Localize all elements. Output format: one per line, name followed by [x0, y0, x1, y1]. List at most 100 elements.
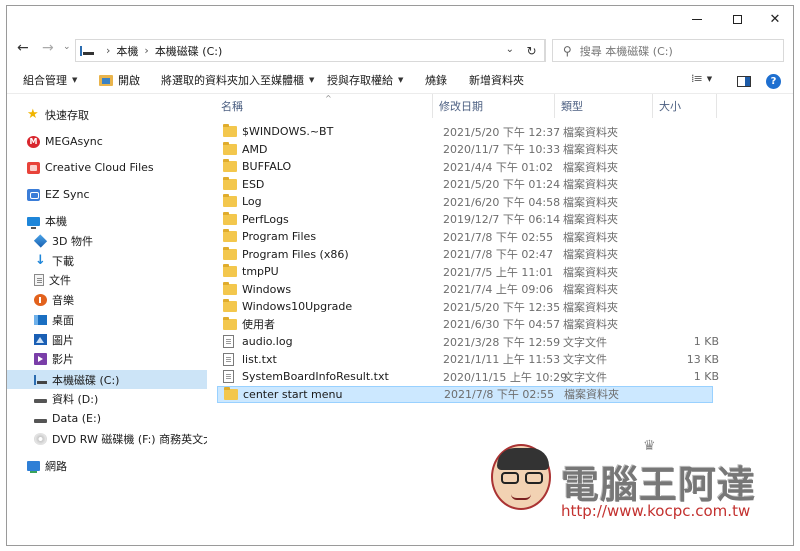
- folder-icon: [223, 264, 237, 278]
- minimize-button[interactable]: [679, 6, 715, 32]
- file-name-cell: Log: [223, 194, 262, 208]
- nav-item-label: 桌面: [52, 313, 74, 327]
- nav-item-dvd-f[interactable]: DVD RW 磁碟機 (F:) 商務英文大解: [7, 429, 207, 448]
- file-row[interactable]: $WINDOWS.~BT 2021/5/20 下午 12:37 檔案資料夾: [217, 123, 713, 141]
- nav-item-drive-d[interactable]: 資料 (D:): [7, 389, 207, 408]
- star-icon: ★: [27, 106, 39, 122]
- file-name-cell: Windows10Upgrade: [223, 299, 352, 313]
- column-header-label: 修改日期: [439, 100, 483, 113]
- back-button[interactable]: ←: [17, 40, 29, 56]
- nav-item-this-pc[interactable]: 本機: [7, 211, 207, 230]
- nav-item-megasync[interactable]: M MEGAsync: [7, 132, 207, 151]
- change-view-button[interactable]: ⁞≡ ▼: [691, 72, 712, 85]
- search-input[interactable]: ⚲ 搜尋 本機磁碟 (C:): [552, 39, 784, 62]
- address-dropdown-button[interactable]: ⌄: [506, 44, 514, 55]
- file-name-cell: Windows: [223, 281, 291, 296]
- local-disk-icon: [34, 374, 47, 385]
- text-file-icon: [223, 370, 234, 384]
- organize-label: 組合管理: [23, 74, 67, 87]
- file-row[interactable]: 使用者 2021/6/30 下午 04:57 檔案資料夾: [217, 316, 713, 334]
- videos-icon: [34, 352, 47, 365]
- file-name-cell: PerfLogs: [223, 211, 289, 226]
- recent-locations-button[interactable]: ⌄: [63, 42, 71, 52]
- folder-icon: [223, 159, 237, 173]
- file-name: PerfLogs: [242, 212, 289, 226]
- nav-item-local-disk-c[interactable]: 本機磁碟 (C:): [7, 370, 207, 389]
- nav-item-downloads[interactable]: ↓ 下載: [7, 251, 207, 270]
- caret-down-icon: ▼: [309, 76, 315, 84]
- documents-icon: [34, 273, 44, 286]
- nav-item-documents[interactable]: 文件: [7, 270, 207, 289]
- column-header-name[interactable]: 名稱: [215, 94, 433, 118]
- nav-item-3d-objects[interactable]: 3D 物件: [7, 231, 207, 250]
- file-row[interactable]: Windows10Upgrade 2021/5/20 下午 12:35 檔案資料夾: [217, 298, 713, 316]
- file-row[interactable]: Program Files 2021/7/8 下午 02:55 檔案資料夾: [217, 228, 713, 246]
- column-header-label: 大小: [659, 100, 681, 113]
- organize-button[interactable]: 組合管理 ▼: [23, 72, 77, 88]
- file-row[interactable]: list.txt 2021/1/11 上午 11:53 文字文件 13 KB: [217, 351, 719, 369]
- address-bar[interactable]: › 本機 › 本機磁碟 (C:) ⌄: [75, 39, 545, 62]
- burn-button[interactable]: 燒錄: [425, 72, 447, 88]
- file-name-cell: BUFFALO: [223, 159, 291, 173]
- nav-item-music[interactable]: 音樂: [7, 290, 207, 309]
- nav-item-pictures[interactable]: 圖片: [7, 330, 207, 349]
- file-name: AMD: [242, 142, 268, 156]
- nav-item-drive-e[interactable]: Data (E:): [7, 409, 207, 428]
- refresh-button[interactable]: ↻: [518, 39, 546, 62]
- nav-item-label: 音樂: [52, 293, 74, 307]
- file-row[interactable]: Log 2021/6/20 下午 04:58 檔案資料夾: [217, 193, 713, 211]
- file-row[interactable]: tmpPU 2021/7/5 上午 11:01 檔案資料夾: [217, 263, 713, 281]
- column-header-type[interactable]: 類型: [555, 94, 653, 118]
- nav-item-network[interactable]: 網路: [7, 456, 207, 475]
- breadcrumb-local-disk[interactable]: 本機磁碟 (C:): [155, 43, 222, 59]
- file-row[interactable]: PerfLogs 2019/12/7 下午 06:14 檔案資料夾: [217, 211, 713, 229]
- watermark-title: 電腦王阿達: [561, 463, 757, 507]
- nav-item-videos[interactable]: 影片: [7, 349, 207, 368]
- nav-item-creative-cloud[interactable]: Creative Cloud Files: [7, 158, 207, 177]
- file-type: 檔案資料夾: [563, 230, 618, 244]
- maximize-button[interactable]: [719, 6, 755, 32]
- file-row[interactable]: Program Files (x86) 2021/7/8 下午 02:47 檔案資料…: [217, 246, 713, 264]
- nav-item-quick-access[interactable]: ★ 快速存取: [7, 105, 207, 124]
- file-row[interactable]: Windows 2021/7/4 上午 09:06 檔案資料夾: [217, 281, 713, 299]
- file-type: 檔案資料夾: [563, 213, 618, 227]
- file-name: Program Files (x86): [242, 247, 349, 261]
- preview-pane-button[interactable]: [737, 76, 751, 87]
- file-row[interactable]: SystemBoardInfoResult.txt 2020/11/15 上午 1…: [217, 368, 719, 386]
- file-type: 檔案資料夾: [563, 178, 618, 192]
- this-pc-icon: [80, 45, 94, 56]
- forward-button[interactable]: →: [42, 40, 54, 56]
- chevron-right-icon: ›: [144, 44, 149, 57]
- breadcrumb-this-pc[interactable]: 本機: [116, 43, 138, 59]
- watermark-url: http://www.kocpc.com.tw: [561, 502, 751, 520]
- file-name-cell: AMD: [223, 141, 268, 156]
- file-row[interactable]: audio.log 2021/3/28 下午 12:59 文字文件 1 KB: [217, 333, 719, 351]
- file-row[interactable]: AMD 2020/11/7 下午 10:33 檔案資料夾: [217, 141, 713, 159]
- open-button[interactable]: 開啟: [99, 72, 140, 88]
- column-header-modified[interactable]: 修改日期: [433, 94, 555, 118]
- file-type: 檔案資料夾: [563, 125, 618, 139]
- file-date: 2021/7/8 下午 02:55: [443, 230, 554, 244]
- new-folder-button[interactable]: 新增資料夾: [469, 72, 524, 88]
- help-button[interactable]: ?: [766, 74, 781, 89]
- folder-icon: [224, 386, 238, 400]
- file-row[interactable]: BUFFALO 2021/4/4 下午 01:02 檔案資料夾: [217, 158, 713, 176]
- command-bar: 組合管理 ▼ 開啟 將選取的資料夾加入至媒體櫃 ▼ 授與存取權給 ▼ 燒錄 新增…: [7, 68, 793, 94]
- nav-item-label: 下載: [52, 254, 74, 268]
- file-date: 2021/1/11 上午 11:53: [443, 353, 561, 367]
- include-library-label: 將選取的資料夾加入至媒體櫃: [161, 74, 304, 87]
- nav-item-desktop[interactable]: 桌面: [7, 310, 207, 329]
- file-row[interactable]: center start menu 2021/7/8 下午 02:55 檔案資料夾: [217, 385, 713, 403]
- nav-item-label: DVD RW 磁碟機 (F:) 商務英文大解: [52, 432, 207, 446]
- file-name: SystemBoardInfoResult.txt: [242, 370, 389, 384]
- close-button[interactable]: ✕: [757, 6, 793, 32]
- file-explorer-window: ✕ ← → ⌄ › 本機 › 本機磁碟 (C:) ⌄ ↻ ⚲ 搜尋 本機磁碟 (…: [6, 5, 794, 546]
- include-in-library-button[interactable]: 將選取的資料夾加入至媒體櫃 ▼: [161, 72, 314, 88]
- downloads-icon: ↓: [35, 252, 46, 268]
- nav-item-ez-sync[interactable]: EZ Sync: [7, 185, 207, 204]
- folder-icon: [223, 211, 237, 225]
- file-row[interactable]: ESD 2021/5/20 下午 01:24 檔案資料夾: [217, 176, 713, 194]
- text-file-icon: [223, 352, 234, 366]
- column-header-size[interactable]: 大小: [653, 94, 717, 118]
- share-with-button[interactable]: 授與存取權給 ▼: [327, 72, 403, 88]
